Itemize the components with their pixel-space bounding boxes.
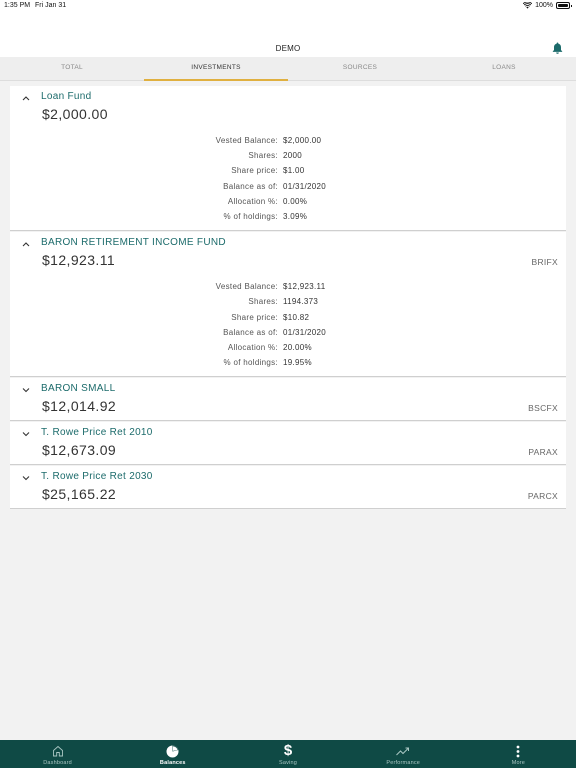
dollar-icon: $ xyxy=(283,742,293,759)
fund-details: Vested Balance: $2,000.00 Shares: 2000 Sha… xyxy=(10,128,566,230)
chevron-up-icon[interactable] xyxy=(22,95,30,101)
nav-label: Performance xyxy=(386,760,421,766)
tab-bar: TOTAL INVESTMENTS SOURCES LOANS xyxy=(0,57,576,81)
wifi-icon xyxy=(523,2,533,9)
battery-percent: 100% xyxy=(535,2,553,9)
detail-row: Vested Balance: $12,923.11 xyxy=(10,279,566,294)
fund-card-baron-small: BARON SMALL $12,014.92 BSCFX xyxy=(10,378,566,422)
nav-label: Saving xyxy=(278,760,298,766)
fund-balance: $2,000.00 xyxy=(42,106,108,122)
fund-card-baron-retirement: BARON RETIREMENT INCOME FUND $12,923.11 … xyxy=(10,232,566,378)
fund-card-trowe-2030: T. Rowe Price Ret 2030 $25,165.22 PARCX xyxy=(10,466,566,510)
tab-sources[interactable]: SOURCES xyxy=(288,57,432,80)
detail-label: Shares: xyxy=(248,151,278,161)
nav-more[interactable]: More xyxy=(461,740,576,768)
fund-name: T. Rowe Price Ret 2010 xyxy=(41,427,153,439)
home-icon xyxy=(51,744,65,758)
fund-header[interactable]: T. Rowe Price Ret 2010 $12,673.09 PARAX xyxy=(10,422,566,464)
chevron-down-icon[interactable] xyxy=(22,387,30,393)
detail-label: Vested Balance: xyxy=(215,282,278,292)
detail-value: 20.00% xyxy=(283,342,312,352)
chevron-down-icon[interactable] xyxy=(22,431,30,437)
fund-header[interactable]: BARON RETIREMENT INCOME FUND $12,923.11 … xyxy=(10,232,566,274)
tab-total[interactable]: TOTAL xyxy=(0,57,144,80)
status-indicators: 100% xyxy=(523,2,572,9)
detail-row: Share price: $1.00 xyxy=(10,163,566,178)
detail-label: Vested Balance: xyxy=(215,136,278,146)
detail-value: $1.00 xyxy=(283,166,305,176)
fund-ticker: BRIFX xyxy=(531,257,558,268)
detail-row: Shares: 1194.373 xyxy=(10,294,566,309)
detail-label: Allocation %: xyxy=(227,196,278,206)
detail-label: Shares: xyxy=(248,297,278,307)
detail-value: 01/31/2020 xyxy=(283,181,327,191)
detail-label: % of holdings: xyxy=(223,358,278,368)
fund-ticker: PARAX xyxy=(528,447,558,458)
detail-row: % of holdings: 3.09% xyxy=(10,209,566,224)
detail-value: $10.82 xyxy=(283,312,310,322)
detail-row: Allocation %: 0.00% xyxy=(10,194,566,209)
battery-icon xyxy=(556,2,572,9)
bottom-nav: Dashboard Balances $ Saving Performance … xyxy=(0,740,576,768)
pie-chart-icon xyxy=(166,744,180,758)
detail-label: Balance as of: xyxy=(223,181,278,191)
nav-label: Dashboard xyxy=(43,760,72,766)
detail-value: $12,923.11 xyxy=(283,282,326,292)
more-icon xyxy=(511,744,525,758)
bell-icon[interactable] xyxy=(552,42,563,54)
fund-details: Vested Balance: $12,923.11 Shares: 1194.37… xyxy=(10,274,566,376)
detail-value: 01/31/2020 xyxy=(283,327,327,337)
detail-row: Allocation %: 20.00% xyxy=(10,340,566,355)
detail-value: 3.09% xyxy=(283,212,308,222)
chevron-up-icon[interactable] xyxy=(22,241,30,247)
status-time: 1:35 PM xyxy=(4,2,31,9)
chevron-down-icon[interactable] xyxy=(22,475,30,481)
detail-label: Share price: xyxy=(231,166,278,176)
fund-balance: $25,165.22 xyxy=(42,486,117,503)
nav-saving[interactable]: $ Saving xyxy=(230,740,345,768)
fund-header[interactable]: T. Rowe Price Ret 2030 $25,165.22 PARCX xyxy=(10,466,566,508)
detail-value: $2,000.00 xyxy=(283,136,322,146)
detail-value: 2000 xyxy=(283,151,302,161)
status-bar: 1:35 PM Fri Jan 31 100% xyxy=(0,0,576,14)
fund-ticker: BSCFX xyxy=(528,403,558,414)
fund-ticker: PARCX xyxy=(527,491,558,502)
fund-name: BARON SMALL xyxy=(41,383,116,395)
nav-performance[interactable]: Performance xyxy=(346,740,461,768)
detail-label: Allocation %: xyxy=(227,342,278,352)
detail-value: 19.95% xyxy=(283,358,312,368)
fund-name: Loan Fund xyxy=(41,91,92,102)
detail-row: Share price: $10.82 xyxy=(10,310,566,325)
detail-label: Balance as of: xyxy=(223,327,278,337)
status-date: Fri Jan 31 xyxy=(35,2,67,9)
fund-header[interactable]: Loan Fund $2,000.00 xyxy=(10,86,566,128)
nav-dashboard[interactable]: Dashboard xyxy=(0,740,115,768)
fund-list: Loan Fund $2,000.00 Vested Balance: $2,00… xyxy=(10,86,566,510)
fund-name: BARON RETIREMENT INCOME FUND xyxy=(41,237,226,249)
fund-header[interactable]: BARON SMALL $12,014.92 BSCFX xyxy=(10,378,566,420)
fund-balance: $12,673.09 xyxy=(42,442,117,459)
detail-label: % of holdings: xyxy=(223,212,278,222)
fund-card-loan-fund: Loan Fund $2,000.00 Vested Balance: $2,00… xyxy=(10,86,566,232)
nav-balances[interactable]: Balances xyxy=(115,740,230,768)
detail-row: Balance as of: 01/31/2020 xyxy=(10,325,566,340)
detail-label: Share price: xyxy=(231,312,278,322)
fund-card-trowe-2010: T. Rowe Price Ret 2010 $12,673.09 PARAX xyxy=(10,422,566,466)
tab-investments[interactable]: INVESTMENTS xyxy=(144,57,288,81)
detail-row: Shares: 2000 xyxy=(10,148,566,163)
detail-value: 1194.373 xyxy=(283,297,319,307)
nav-label: More xyxy=(511,760,526,766)
trend-icon xyxy=(396,744,410,758)
detail-value: 0.00% xyxy=(283,196,308,206)
app-header: DEMO xyxy=(0,14,576,57)
tab-loans[interactable]: LOANS xyxy=(432,57,576,80)
page-title: DEMO xyxy=(275,44,301,53)
nav-label: Balances xyxy=(159,760,186,766)
detail-row: % of holdings: 19.95% xyxy=(10,355,566,370)
fund-balance: $12,923.11 xyxy=(42,252,116,269)
fund-name: T. Rowe Price Ret 2030 xyxy=(41,471,153,483)
fund-balance: $12,014.92 xyxy=(42,398,117,415)
detail-row: Balance as of: 01/31/2020 xyxy=(10,179,566,194)
detail-row: Vested Balance: $2,000.00 xyxy=(10,133,566,148)
